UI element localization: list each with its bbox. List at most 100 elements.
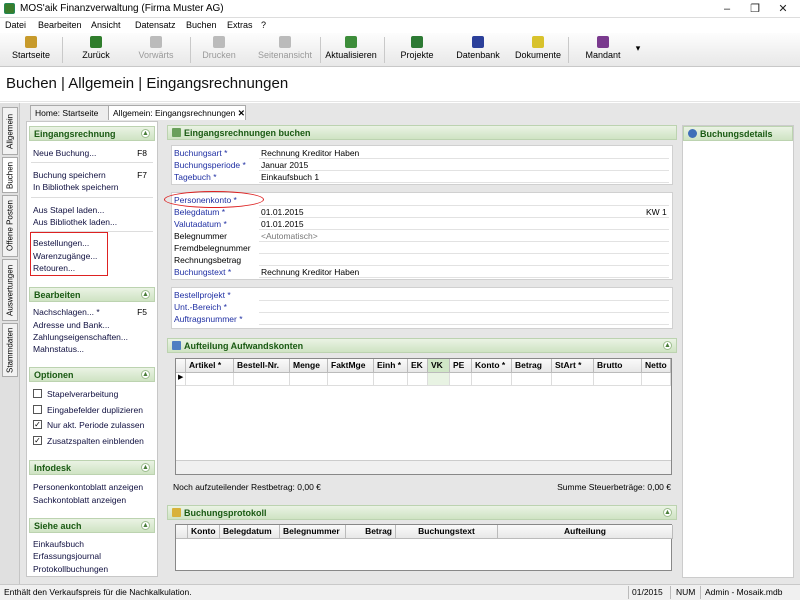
tab-home-startseite[interactable]: Home: Startseite <box>30 105 114 120</box>
maximize-button[interactable]: ❐ <box>740 0 770 18</box>
field-rechnungsbetrag[interactable] <box>259 255 669 266</box>
field-bestellprojekt[interactable] <box>259 290 669 301</box>
field-auftragsnummer[interactable] <box>259 314 669 325</box>
field-belegnummer[interactable] <box>259 231 669 242</box>
close-window-button[interactable]: ✕ <box>768 0 798 18</box>
collapse-icon[interactable]: ▲ <box>663 508 672 517</box>
cell-faktmge[interactable] <box>328 373 374 386</box>
menu-help[interactable]: ? <box>261 20 266 30</box>
section-header-bearbeiten[interactable]: Bearbeiten ▲ <box>29 287 155 302</box>
field-fremdbelegnummer[interactable] <box>259 243 669 254</box>
menu-ansicht[interactable]: Ansicht <box>91 20 121 30</box>
col-belegnummer[interactable]: Belegnummer <box>280 525 346 539</box>
vorwaerts-button[interactable]: Vorwärts <box>126 35 186 65</box>
side-tab-offene-posten[interactable]: Offene Posten <box>2 195 18 257</box>
link-protokollbuchungen[interactable]: Protokollbuchungen <box>33 564 108 574</box>
cell-einh[interactable] <box>374 373 408 386</box>
menu-datensatz[interactable]: Datensatz <box>135 20 176 30</box>
link-einkaufsbuch[interactable]: Einkaufsbuch <box>33 539 84 549</box>
datenbank-button[interactable]: Datenbank <box>450 35 506 65</box>
cell-konto[interactable] <box>472 373 512 386</box>
cell-betrag[interactable] <box>512 373 552 386</box>
field-belegdatum[interactable] <box>259 207 669 218</box>
col-start[interactable]: StArt * <box>552 359 594 373</box>
cell-bestell-nr[interactable] <box>234 373 290 386</box>
col-bestell-nr[interactable]: Bestell-Nr. <box>234 359 290 373</box>
col-einh[interactable]: Einh * <box>374 359 408 373</box>
menu-bearbeiten[interactable]: Bearbeiten <box>38 20 82 30</box>
col-pe[interactable]: PE <box>450 359 472 373</box>
close-tab-icon[interactable]: ✕ <box>238 108 245 118</box>
protokoll-grid[interactable]: Konto Belegdatum Belegnummer Betrag Buch… <box>175 524 673 571</box>
horizontal-scrollbar[interactable] <box>176 460 671 474</box>
projekte-button[interactable]: Projekte <box>392 35 442 65</box>
link-aus-stapel-laden[interactable]: Aus Stapel laden... <box>33 205 104 215</box>
col-betrag[interactable]: Betrag <box>512 359 552 373</box>
col-konto[interactable]: Konto <box>188 525 220 539</box>
collapse-icon[interactable]: ▲ <box>141 463 150 472</box>
link-in-bibliothek-speichern[interactable]: In Bibliothek speichern <box>33 182 119 192</box>
collapse-icon[interactable]: ▲ <box>141 370 150 379</box>
side-tab-buchen[interactable]: Buchen <box>2 157 18 193</box>
col-vk[interactable]: VK <box>428 359 450 373</box>
field-unt-bereich[interactable] <box>259 302 669 313</box>
col-brutto[interactable]: Brutto <box>594 359 642 373</box>
section-header-eingangsrechnung[interactable]: Eingangsrechnung ▲ <box>29 126 155 141</box>
collapse-icon[interactable]: ▲ <box>141 129 150 138</box>
side-tab-allgemein[interactable]: Allgemein <box>2 107 18 155</box>
col-artikel[interactable]: Artikel * <box>186 359 234 373</box>
tab-eingangsrechnungen[interactable]: Allgemein: Eingangsrechnungen ✕ <box>108 105 246 120</box>
col-aufteilung[interactable]: Aufteilung <box>498 525 673 539</box>
checkbox-stapelverarbeitung[interactable] <box>33 389 42 398</box>
field-valutadatum[interactable] <box>259 219 669 230</box>
cell-artikel[interactable] <box>186 373 234 386</box>
side-tab-auswertungen[interactable]: Auswertungen <box>2 259 18 321</box>
checkbox-nur-akt-periode[interactable]: ✓ <box>33 420 42 429</box>
seitenansicht-button[interactable]: Seitenansicht <box>254 35 316 65</box>
link-nachschlagen[interactable]: Nachschlagen... * <box>33 307 100 317</box>
col-netto[interactable]: Netto <box>642 359 671 373</box>
col-konto[interactable]: Konto * <box>472 359 512 373</box>
section-header-infodesk[interactable]: Infodesk ▲ <box>29 460 155 475</box>
minimize-button[interactable]: – <box>712 0 742 18</box>
zurueck-button[interactable]: Zurück <box>66 35 126 65</box>
col-betrag[interactable]: Betrag <box>346 525 396 539</box>
collapse-icon[interactable]: ▲ <box>141 290 150 299</box>
side-tab-stammdaten[interactable]: Stammdaten <box>2 323 18 377</box>
link-sachkontoblatt[interactable]: Sachkontoblatt anzeigen <box>33 495 126 505</box>
field-buchungsperiode[interactable] <box>259 160 669 171</box>
section-header-optionen[interactable]: Optionen ▲ <box>29 367 155 382</box>
link-neue-buchung[interactable]: Neue Buchung... <box>33 148 96 158</box>
checkbox-eingabefelder-duplizieren[interactable] <box>33 405 42 414</box>
cell-menge[interactable] <box>290 373 328 386</box>
mandant-button[interactable]: Mandant <box>578 35 628 65</box>
link-zahlungseigenschaften[interactable]: Zahlungseigenschaften... <box>33 332 128 342</box>
aktualisieren-button[interactable]: Aktualisieren <box>322 35 380 65</box>
section-header-siehe-auch[interactable]: Siehe auch ▲ <box>29 518 155 533</box>
link-adresse-und-bank[interactable]: Adresse und Bank... <box>33 320 110 330</box>
link-erfassungsjournal[interactable]: Erfassungsjournal <box>33 551 101 561</box>
col-ek[interactable]: EK <box>408 359 428 373</box>
col-buchungstext[interactable]: Buchungstext <box>396 525 498 539</box>
field-personenkonto[interactable] <box>259 195 669 206</box>
startseite-button[interactable]: Startseite <box>4 35 58 65</box>
dokumente-button[interactable]: Dokumente <box>512 35 564 65</box>
link-personenkontoblatt[interactable]: Personenkontoblatt anzeigen <box>33 482 143 492</box>
cell-netto[interactable] <box>642 373 671 386</box>
drucken-button[interactable]: Drucken <box>194 35 244 65</box>
checkbox-zusatzspalten[interactable]: ✓ <box>33 436 42 445</box>
cell-ek[interactable] <box>408 373 428 386</box>
link-aus-bibliothek-laden[interactable]: Aus Bibliothek laden... <box>33 217 117 227</box>
cell-start[interactable] <box>552 373 594 386</box>
aufteilung-grid[interactable]: Artikel * Bestell-Nr. Menge FaktMge Einh… <box>175 358 672 475</box>
menu-datei[interactable]: Datei <box>5 20 26 30</box>
cell-vk[interactable] <box>428 373 450 386</box>
col-menge[interactable]: Menge <box>290 359 328 373</box>
col-faktmge[interactable]: FaktMge <box>328 359 374 373</box>
field-tagebuch[interactable] <box>259 172 669 183</box>
link-mahnstatus[interactable]: Mahnstatus... <box>33 344 84 354</box>
link-buchung-speichern[interactable]: Buchung speichern <box>33 170 106 180</box>
menu-extras[interactable]: Extras <box>227 20 253 30</box>
collapse-icon[interactable]: ▲ <box>663 341 672 350</box>
collapse-icon[interactable]: ▲ <box>141 521 150 530</box>
